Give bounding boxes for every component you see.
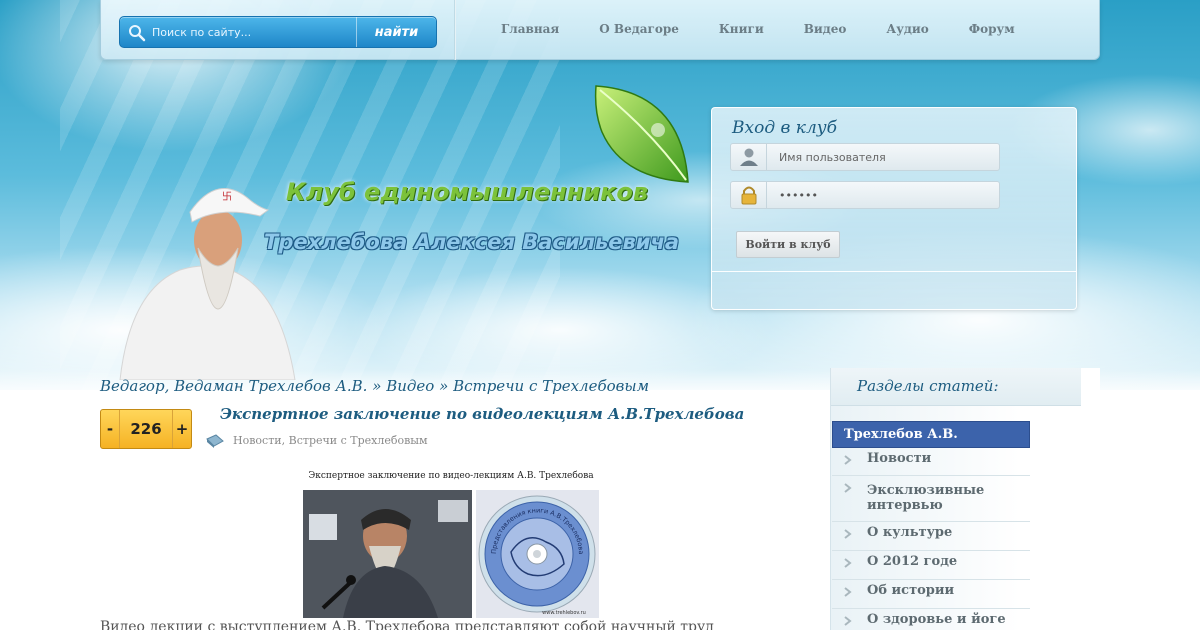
chevron-right-icon [844, 616, 852, 626]
login-divider [712, 271, 1076, 272]
sidebar-item-label: Новости [867, 451, 932, 466]
nav-item-forum[interactable]: Форум [969, 22, 1015, 36]
login-button[interactable]: Войти в клуб [736, 231, 840, 258]
leaf-logo-icon [594, 85, 689, 183]
sidebar-item-label: О здоровье и йоге [867, 612, 1006, 627]
chevron-right-icon [844, 455, 852, 465]
password-input[interactable] [779, 186, 989, 204]
category-link-meetings[interactable]: Встречи с Трехлебовым [289, 434, 428, 447]
username-field [730, 143, 1000, 171]
search-button[interactable]: найти [356, 17, 436, 47]
article-image: Экспертное заключение по видео-лекциям А… [303, 466, 599, 618]
nav-item-books[interactable]: Книги [719, 22, 764, 36]
sidebar-header: Разделы статей: [831, 368, 1081, 406]
lecture-photo-art [303, 490, 472, 618]
lock-icon-cell [731, 182, 767, 208]
article-categories: Новости, Встречи с Трехлебовым [233, 434, 428, 447]
nav-item-audio[interactable]: Аудио [886, 22, 928, 36]
sidebar-item-news[interactable]: Новости [832, 448, 1030, 476]
sidebar-item-culture[interactable]: О культуре [832, 522, 1030, 551]
search-box: найти [119, 16, 437, 48]
image-caption: Экспертное заключение по видео-лекциям А… [308, 471, 594, 481]
portrait-image: 卐 [119, 187, 296, 380]
search-icon [129, 25, 146, 42]
dvd-image: Представления книги А.В.Трехлебова «Кощу… [473, 484, 599, 618]
category-separator: , [281, 434, 289, 447]
sidebar-item-label: Эксклюзивные интервью [867, 483, 985, 513]
breadcrumb: Ведагор, Ведаман Трехлебов А.В. » Видео … [100, 377, 649, 395]
main-nav: Главная О Ведагоре Книги Видео Аудио Фор… [501, 22, 1055, 36]
sidebar-item-label: О культуре [867, 525, 953, 540]
sidebar-item-label: Об истории [867, 583, 955, 598]
breadcrumb-item-video[interactable]: Видео [386, 377, 434, 395]
username-input[interactable] [779, 148, 989, 166]
nav-item-home[interactable]: Главная [501, 22, 559, 36]
breadcrumb-separator: » [439, 377, 449, 395]
book-icon [206, 434, 224, 448]
password-field [730, 181, 1000, 209]
svg-text:卐: 卐 [222, 191, 232, 203]
breadcrumb-separator: » [372, 377, 382, 395]
article-text: Видео лекции с выступлением А.В. Трехлеб… [100, 619, 714, 630]
site-title-line2: Трехлебова Алексея Васильевича [264, 230, 680, 254]
nav-item-about[interactable]: О Ведагоре [599, 22, 679, 36]
dvd-disc-art: Представления книги А.В.Трехлебова «Кощу… [473, 484, 596, 616]
sidebar-item-interviews[interactable]: Эксклюзивные интервью [832, 476, 1030, 522]
disc-site-text: www.trehlebov.ru [542, 610, 586, 616]
site-title-line1: Клуб единомышленников [286, 178, 649, 206]
chevron-right-icon [844, 558, 852, 568]
top-bar: найти Главная О Ведагоре Книги Видео Ауд… [100, 0, 1100, 60]
login-panel: Вход в клуб Войти в клуб [711, 107, 1077, 310]
login-title: Вход в клуб [732, 118, 838, 138]
sidebar-item-history[interactable]: Об истории [832, 580, 1030, 609]
sidebar-item-trehlebov[interactable]: Трехлебов А.В. [832, 421, 1030, 448]
sidebar-item-2012[interactable]: О 2012 годе [832, 551, 1030, 580]
sidebar-title: Разделы статей: [857, 377, 999, 395]
breadcrumb-item-meetings[interactable]: Встречи с Трехлебовым [453, 377, 649, 395]
rating-value: 226 [119, 410, 173, 448]
lock-icon [741, 186, 757, 205]
chevron-right-icon [844, 529, 852, 539]
category-link-news[interactable]: Новости [233, 434, 282, 447]
rating-widget: - 226 + [100, 409, 192, 449]
user-icon-cell [731, 144, 767, 170]
topbar-divider [454, 0, 456, 60]
article-title-link[interactable]: Экспертное заключение по видеолекциям А.… [220, 405, 744, 423]
search-input[interactable] [152, 22, 352, 42]
sidebar: Разделы статей: Трехлебов А.В. Новости Э… [830, 368, 1100, 630]
breadcrumb-item-vedagor[interactable]: Ведагор, Ведаман Трехлебов А.В. [100, 377, 367, 395]
rating-minus-button[interactable]: - [101, 410, 119, 448]
sidebar-item-health[interactable]: О здоровье и йоге [832, 609, 1030, 630]
nav-item-video[interactable]: Видео [804, 22, 847, 36]
sidebar-item-label: О 2012 годе [867, 554, 958, 569]
chevron-right-icon [844, 587, 852, 597]
rating-plus-button[interactable]: + [173, 410, 191, 448]
lecture-photo [303, 490, 472, 618]
user-icon [740, 148, 758, 166]
chevron-right-icon [844, 483, 852, 493]
